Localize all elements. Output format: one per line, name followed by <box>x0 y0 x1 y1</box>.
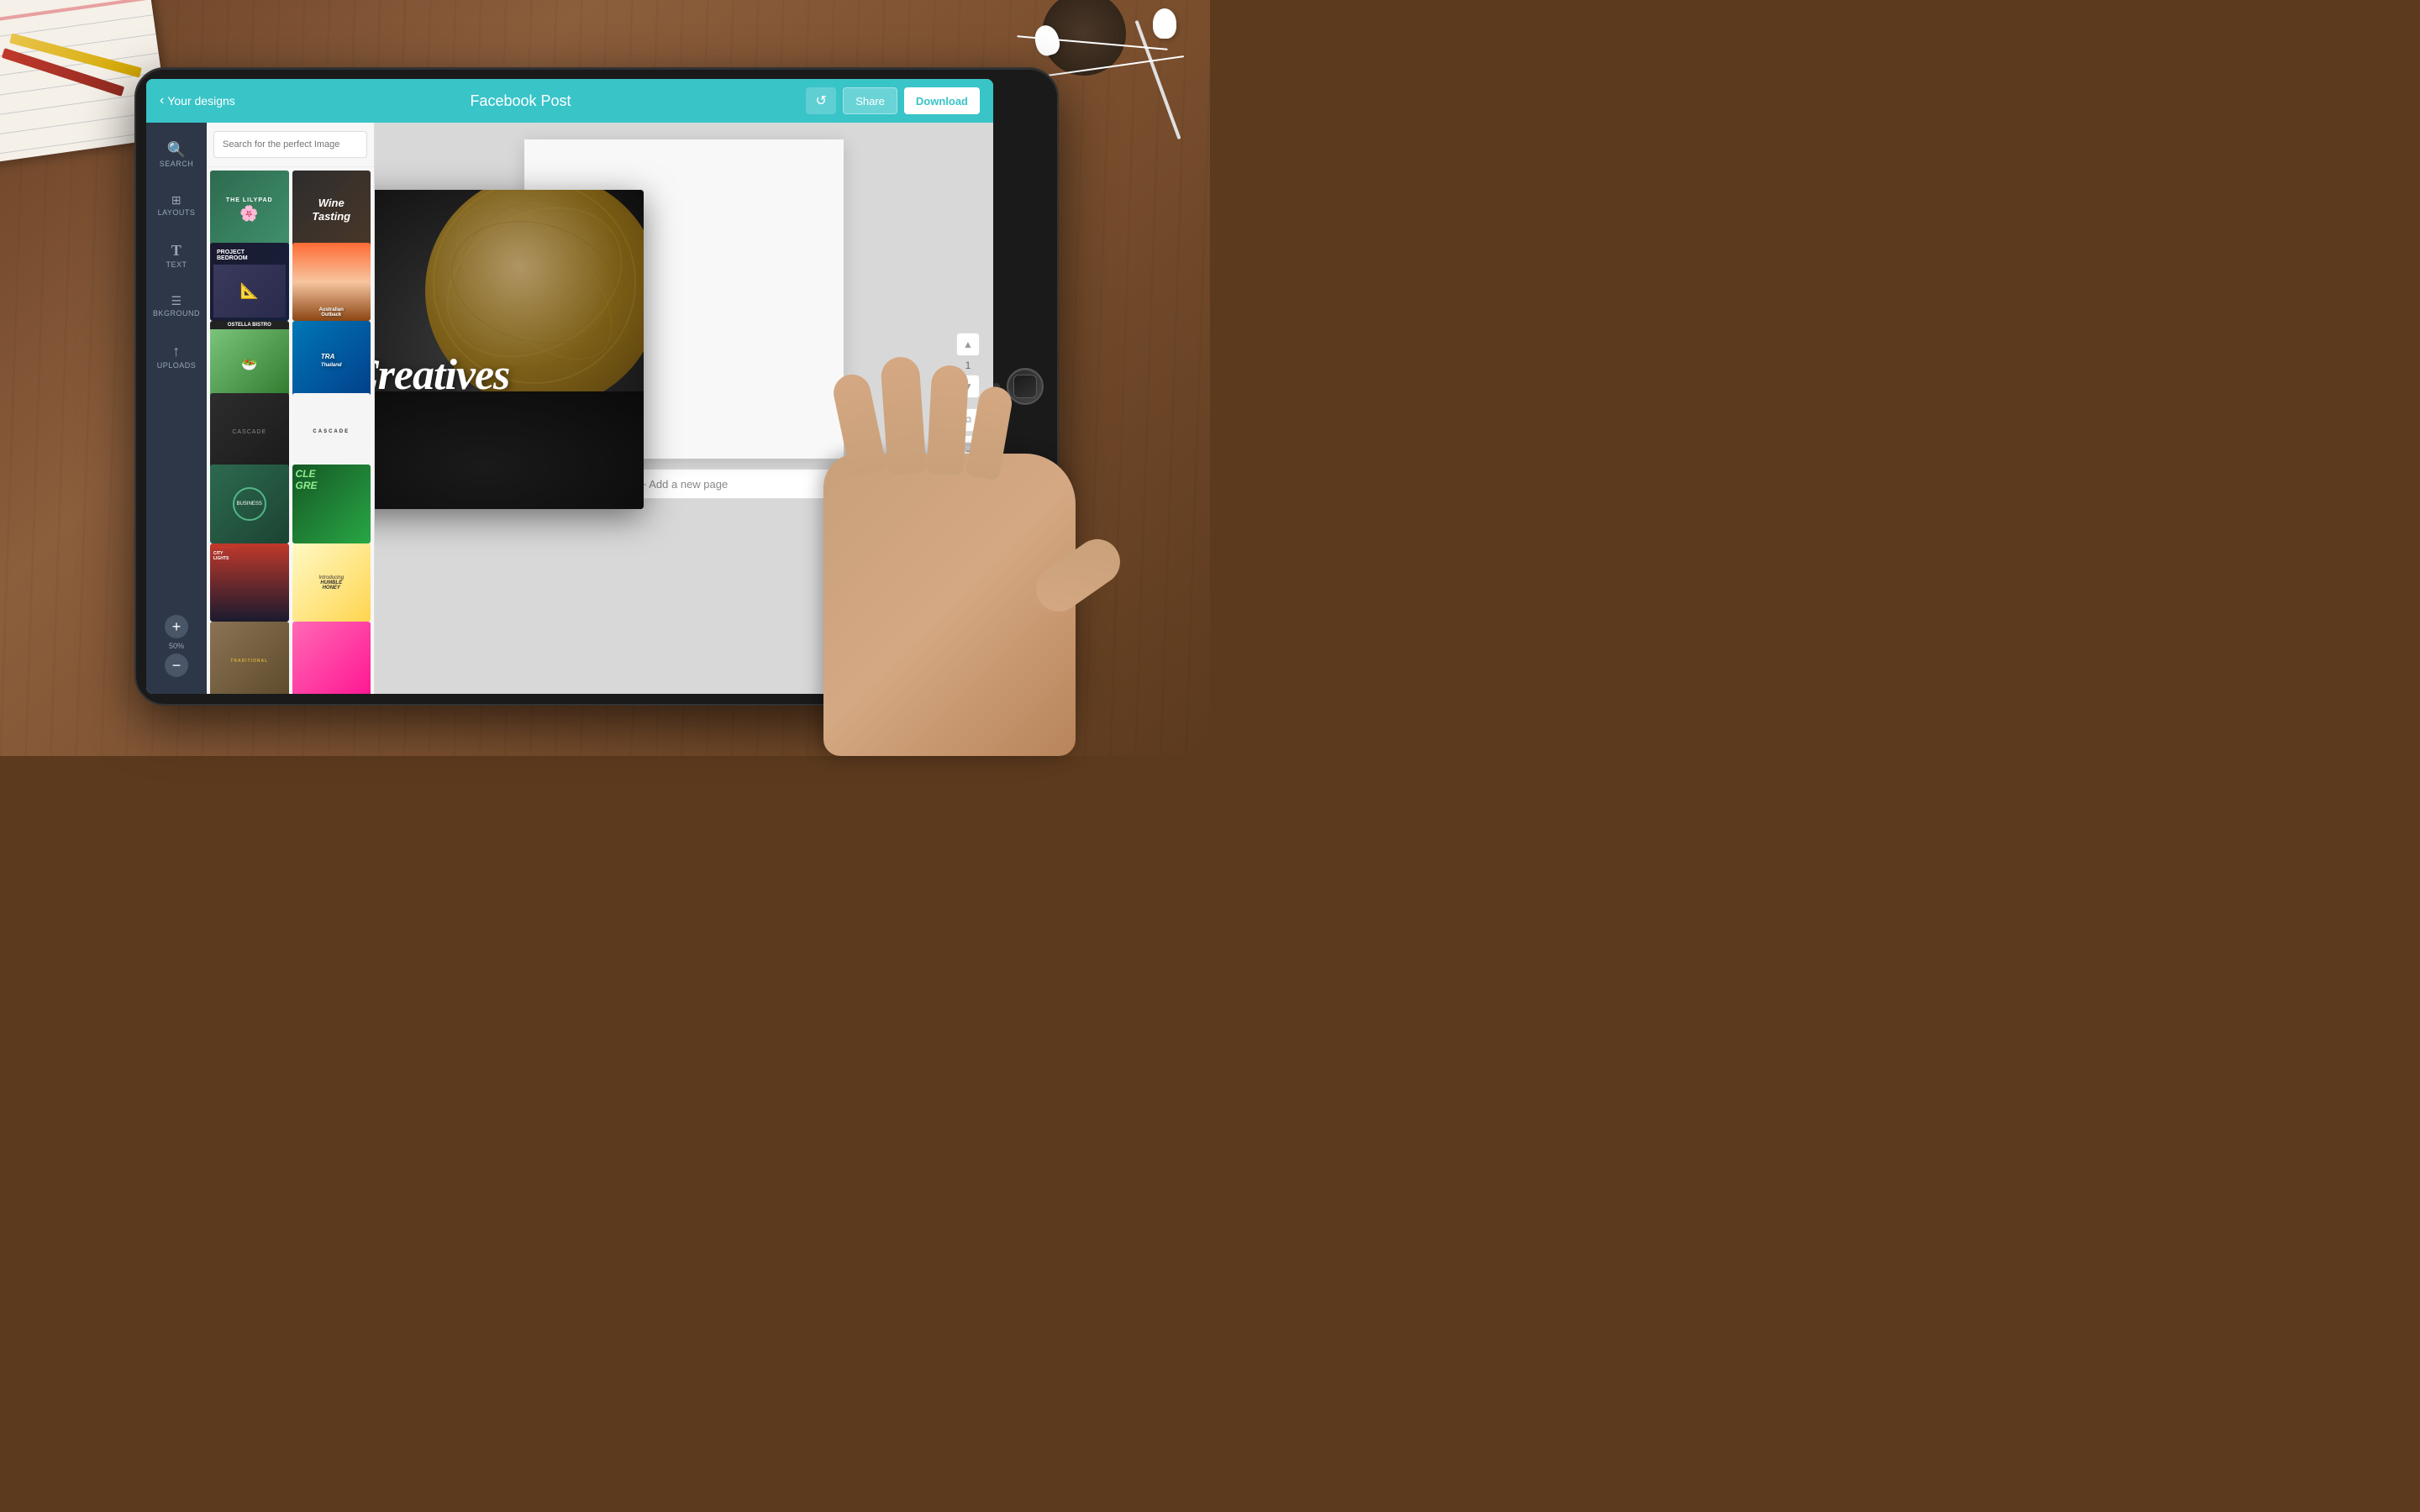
back-chevron-icon: ‹ <box>160 93 164 108</box>
search-input[interactable] <box>213 131 367 158</box>
earphone-bud-right <box>1153 8 1176 39</box>
ipad: ‹ Your designs Facebook Post ↺ Share Dow… <box>134 67 1059 706</box>
template-honey[interactable]: IntroducingHUMBLEHONEY <box>292 543 371 622</box>
templates-panel: THE LILYPAD WineTasting PROJECTBEDROOM 📐… <box>207 123 375 694</box>
copy-page-button[interactable]: ⧉ <box>956 408 980 432</box>
ipad-screen: ‹ Your designs Facebook Post ↺ Share Dow… <box>146 79 993 694</box>
sidebar-item-background[interactable]: ☰ BKGROUND <box>146 281 207 331</box>
page-down-button[interactable]: ▼ <box>956 375 980 398</box>
sidebar-item-layouts[interactable]: ⊞ LAYOUTS <box>146 180 207 230</box>
app-header: ‹ Your designs Facebook Post ↺ Share Dow… <box>146 79 993 123</box>
background-icon: ☰ <box>171 295 182 307</box>
template-traditional[interactable]: TRADITIONAL <box>210 622 289 694</box>
search-bar <box>207 123 374 167</box>
template-city[interactable]: CITYLIGHTS <box>210 543 289 622</box>
zoom-value: 50% <box>169 642 184 650</box>
header-title: Facebook Post <box>235 92 806 110</box>
templates-grid: THE LILYPAD WineTasting PROJECTBEDROOM 📐… <box>207 167 374 694</box>
undo-button[interactable]: ↺ <box>806 87 836 114</box>
back-button[interactable]: ‹ Your designs <box>160 93 235 108</box>
template-wine-tasting[interactable]: WineTasting <box>292 171 371 249</box>
page-number: 1 <box>965 360 971 371</box>
dragged-template-overlay: Creatives COOL CRAFTING IDEAS <box>375 190 644 509</box>
template-cascade[interactable]: CASCADE <box>292 393 371 472</box>
home-button-inner <box>1013 375 1037 398</box>
search-icon: 🔍 <box>167 142 187 157</box>
dragged-template-content: Creatives COOL CRAFTING IDEAS <box>375 190 644 509</box>
template-outback[interactable]: AustralianOutback <box>292 243 371 322</box>
sidebar-item-text[interactable]: T TEXT <box>146 230 207 281</box>
app: ‹ Your designs Facebook Post ↺ Share Dow… <box>146 79 993 694</box>
uploads-icon: ↑ <box>172 344 181 359</box>
sidebar-item-uploads[interactable]: ↑ UPLOADS <box>146 331 207 381</box>
notebook-lines <box>0 0 151 25</box>
canvas-area: + Add a new page ▲ 1 ▼ ⧉ 🗑 <box>375 123 993 694</box>
header-actions: ↺ Share Download <box>806 87 980 114</box>
back-label: Your designs <box>167 94 234 108</box>
template-project-bedroom[interactable]: PROJECTBEDROOM 📐 <box>210 243 289 322</box>
template-tra[interactable]: TRAThailand <box>292 321 371 400</box>
sidebar-item-search[interactable]: 🔍 SEARCH <box>146 129 207 180</box>
sidebar-label-background: BKGROUND <box>153 309 200 318</box>
camera-dot <box>993 383 1000 390</box>
pine-cone-area <box>375 391 644 509</box>
sidebar: 🔍 SEARCH ⊞ LAYOUTS T TEXT ☰ BKGROUND <box>146 123 207 694</box>
text-icon: T <box>171 243 182 258</box>
template-pink[interactable] <box>292 622 371 694</box>
sidebar-label-text: TEXT <box>166 260 187 269</box>
page-up-button[interactable]: ▲ <box>956 333 980 356</box>
template-ostella[interactable]: OSTELLA BISTRO 🥗 <box>210 321 289 400</box>
template-wine2[interactable]: CASCADE <box>210 393 289 472</box>
sidebar-label-layouts: LAYOUTS <box>158 208 196 217</box>
business-circle: BUSINESS <box>233 487 266 521</box>
zoom-minus-button[interactable]: − <box>165 654 188 677</box>
template-lilypad[interactable]: THE LILYPAD <box>210 171 289 249</box>
page-controls: ▲ 1 ▼ ⧉ 🗑 <box>956 333 980 459</box>
home-button[interactable] <box>1007 368 1044 405</box>
template-business[interactable]: BUSINESS <box>210 465 289 543</box>
main-content: 🔍 SEARCH ⊞ LAYOUTS T TEXT ☰ BKGROUND <box>146 123 993 694</box>
sidebar-label-uploads: UPLOADS <box>157 361 197 370</box>
template-green[interactable]: CLEGRE <box>292 465 371 543</box>
outback-label: AustralianOutback <box>319 307 344 318</box>
sidebar-label-search: SEARCH <box>160 160 194 168</box>
share-button[interactable]: Share <box>843 87 897 114</box>
zoom-plus-button[interactable]: + <box>165 615 188 638</box>
download-button[interactable]: Download <box>904 87 980 114</box>
layouts-icon: ⊞ <box>171 194 182 206</box>
earphone-cord <box>1134 20 1181 139</box>
zoom-controls: + 50% − <box>165 615 188 687</box>
delete-page-button[interactable]: 🗑 <box>956 435 980 459</box>
